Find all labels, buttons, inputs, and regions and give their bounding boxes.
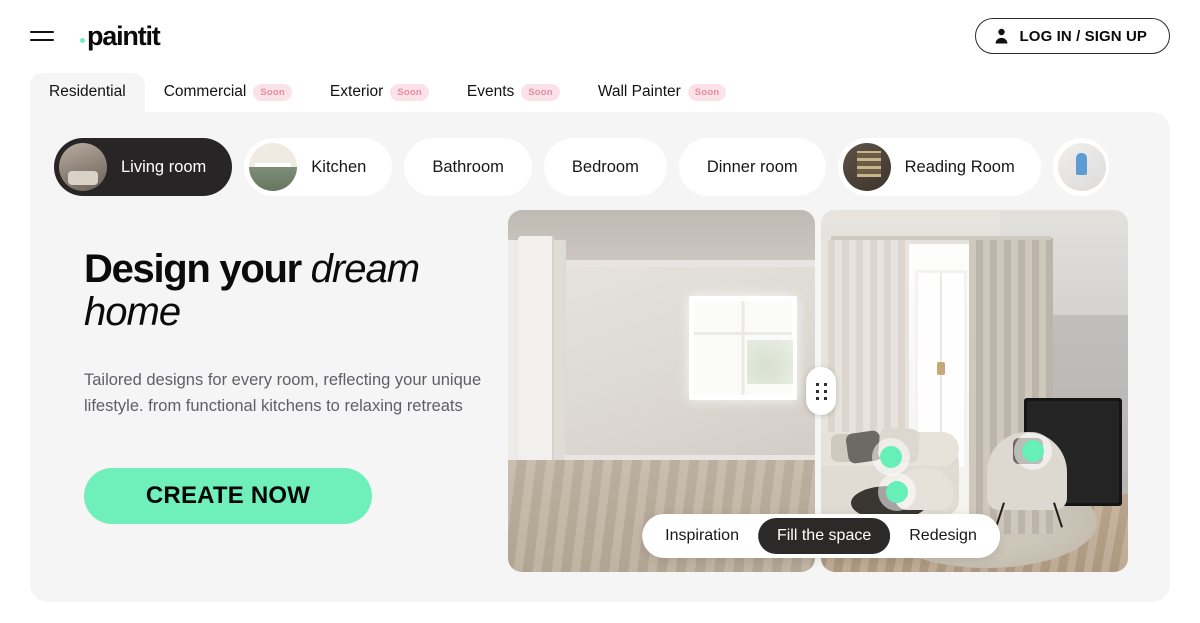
tab-commercial[interactable]: Commercial Soon	[145, 73, 311, 112]
headline-bold: Design your	[84, 247, 311, 291]
status-badge: Soon	[253, 83, 292, 101]
room-chip-dinner-room[interactable]: Dinner room	[678, 138, 826, 196]
mode-segmented-control: Inspiration Fill the space Redesign	[642, 514, 1000, 558]
status-badge: Soon	[390, 83, 429, 101]
hamburger-icon[interactable]	[30, 27, 54, 45]
tab-exterior[interactable]: Exterior Soon	[311, 73, 448, 112]
grip-dots-icon	[815, 382, 827, 400]
tab-label: Commercial	[163, 83, 247, 100]
room-thumbnail	[1057, 143, 1106, 191]
hero-text-column: Design your dream home Tailored designs …	[30, 210, 500, 572]
segment-fill-the-space[interactable]: Fill the space	[757, 518, 891, 554]
tab-label: Events	[466, 83, 515, 100]
room-chip-row: Living room Kitchen Bathroom Bedroom Dinner …	[30, 112, 1170, 198]
room-chip-label: Bedroom	[571, 157, 639, 176]
marker-table[interactable]	[878, 473, 916, 511]
tab-wall-painter[interactable]: Wall Painter Soon	[579, 73, 746, 112]
room-chip-bedroom[interactable]: Bedroom	[543, 138, 667, 196]
marker-armchair[interactable]	[1014, 432, 1052, 470]
status-badge: Soon	[521, 83, 560, 101]
room-chip-kitchen[interactable]: Kitchen	[244, 138, 393, 196]
compare-slider-handle[interactable]	[806, 367, 836, 415]
category-tabs: Residential Commercial Soon Exterior Soon Eve…	[0, 72, 1200, 112]
create-now-button[interactable]: CREATE NOW	[84, 467, 372, 524]
person-icon	[995, 28, 1007, 44]
marker-dot-icon	[1022, 440, 1044, 462]
door-handle	[937, 362, 945, 375]
marker-dot-icon	[880, 446, 902, 468]
segment-redesign[interactable]: Redesign	[890, 518, 996, 554]
segment-inspiration[interactable]: Inspiration	[646, 518, 758, 554]
logo-dot-icon	[80, 37, 85, 43]
curtain-rod	[831, 236, 1051, 240]
room-chip-reading-room[interactable]: Reading Room	[837, 138, 1041, 196]
room-chip-living-room[interactable]: Living room	[54, 138, 233, 196]
hero-section: Design your dream home Tailored designs …	[30, 198, 1170, 572]
brand-logo[interactable]: paintit	[80, 20, 161, 52]
room-thumbnail	[842, 143, 891, 191]
main-panel: Living room Kitchen Bathroom Bedroom Dinner …	[30, 112, 1170, 602]
tab-label: Wall Painter	[597, 83, 681, 100]
room-chip-label: Dinner room	[706, 157, 798, 176]
room-chip-next[interactable]	[1052, 138, 1109, 196]
logo-text: paintit	[87, 20, 161, 51]
hero-subcopy: Tailored designs for every room, reflect…	[84, 371, 482, 415]
window-foliage	[747, 340, 793, 384]
tab-label: Exterior	[329, 83, 384, 100]
room-chip-label: Bathroom	[432, 157, 504, 176]
room-chip-label: Kitchen	[311, 157, 367, 176]
before-after-compare: Inspiration Fill the space Redesign	[508, 210, 1134, 572]
room-thumbnail	[249, 143, 298, 191]
tab-residential[interactable]: Residential	[30, 73, 145, 112]
status-badge: Soon	[687, 83, 727, 101]
marker-sofa[interactable]	[872, 438, 910, 476]
login-signup-label: LOG IN / SIGN UP	[1019, 27, 1147, 45]
login-signup-button[interactable]: LOG IN / SIGN UP	[974, 18, 1170, 54]
room-thumbnail	[59, 143, 107, 191]
room-chip-label: Reading Room	[904, 157, 1015, 176]
page-title: Design your dream home	[84, 247, 500, 334]
tab-label: Residential	[49, 83, 126, 100]
room-chip-label: Living room	[121, 157, 207, 176]
crown-molding	[564, 260, 815, 267]
room-chip-bathroom[interactable]: Bathroom	[404, 138, 532, 196]
tab-events[interactable]: Events Soon	[448, 73, 579, 112]
marker-dot-icon	[886, 481, 908, 503]
top-header: paintit LOG IN / SIGN UP	[0, 0, 1200, 72]
